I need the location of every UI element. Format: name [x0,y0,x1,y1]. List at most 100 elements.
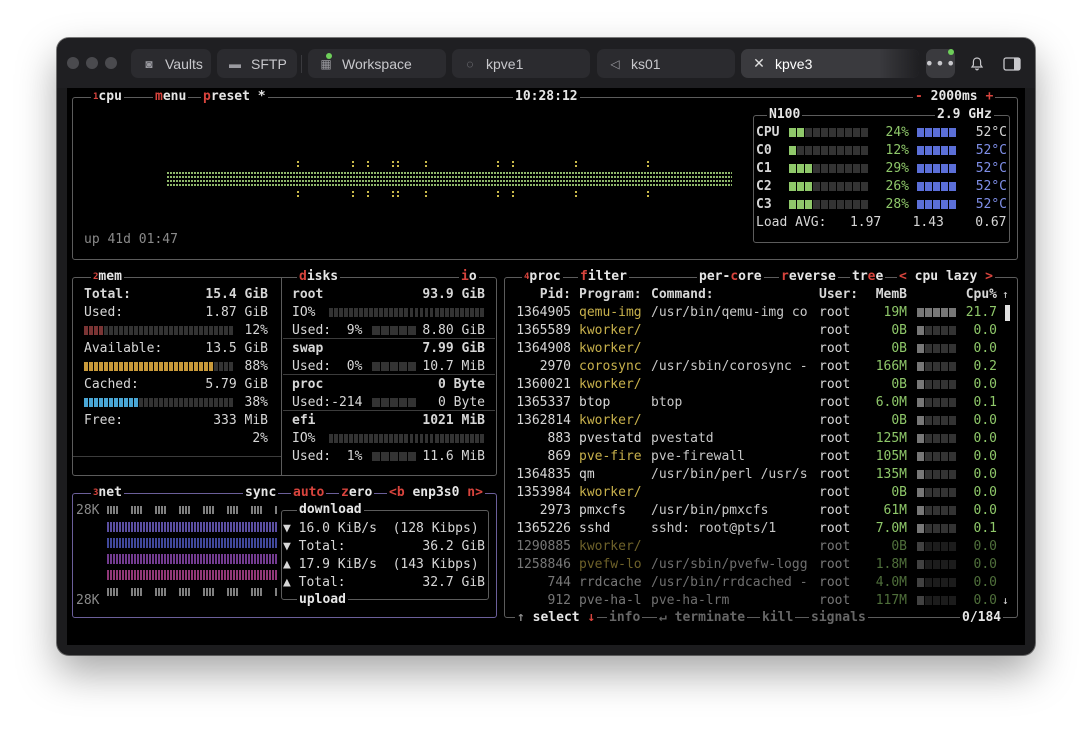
btop-terminal[interactable]: 1cpu menu preset * 10:28:12 - 2000ms + u… [67,88,1025,645]
tab-sftp[interactable]: ▬ SFTP [217,49,297,78]
tab-kpve1[interactable]: ◌ kpve1 [452,49,590,78]
disk-sep-1 [283,338,495,339]
col-pid[interactable]: Pid: [509,286,571,304]
net-zero-toggle[interactable]: zero [339,484,375,502]
net-interface[interactable]: <b enp3s0 n> [387,484,485,502]
process-program: qm [579,467,595,482]
process-user: root [819,521,851,536]
process-pid: 1258846 [516,557,571,572]
more-options-button[interactable]: ••• [925,49,955,78]
download-rate: ▼ 16.0 KiB/s (128 Kibps) [283,521,479,536]
process-cpu-graph [917,470,957,479]
process-mem: 0B [891,485,907,500]
process-cpu-graph [917,542,957,551]
net-bottom-scale: 28K [76,593,100,608]
update-interval[interactable]: - 2000ms + [913,88,996,106]
process-cpu: 0.1 [973,395,997,410]
terminal-icon: ◁ [610,56,620,71]
process-mem: 0B [891,377,907,392]
cpu-graph [167,161,732,197]
col-mem[interactable]: MemB [867,286,907,304]
zoom-window-button[interactable] [105,57,117,69]
col-program[interactable]: Program: [579,286,642,304]
core-temp-graph [917,128,957,137]
net-box-title[interactable]: 3net [91,484,124,502]
close-icon[interactable]: ✕ [751,55,767,72]
process-cpu: 0.0 [973,431,997,446]
tab-vaults[interactable]: ◙ Vaults [131,49,211,78]
proc-box-title[interactable]: 4proc [522,268,563,286]
kill-button[interactable]: kill [760,609,796,627]
process-user: root [819,449,851,464]
scroll-down-arrow-icon[interactable]: ↓ [1002,592,1009,610]
col-cpu[interactable]: Cpu% [963,286,997,304]
core-pct: 12% [885,143,909,158]
process-cpu: 0.0 [973,593,997,608]
process-cpu: 0.0 [973,413,997,428]
info-button[interactable]: info [607,609,643,627]
cpu-box-title[interactable]: 1cpu [91,88,124,106]
upload-total: 32.7 GiB [422,575,485,590]
status-dot [948,49,954,55]
mem-box-title[interactable]: 2mem [91,268,124,286]
process-cpu-graph [917,452,957,461]
sidebar-toggle-button[interactable] [997,49,1026,78]
process-cpu: 0.0 [973,503,997,518]
process-cpu-graph [917,434,957,443]
disk-root-io-label: IO% [292,305,316,320]
tab-fade [879,49,919,78]
process-pid: 744 [547,575,571,590]
sort-selector[interactable]: < cpu lazy > [897,268,995,286]
disks-title[interactable]: disks [297,268,341,286]
core-temp: 52°C [975,125,1007,140]
process-program: pmxcfs [579,503,626,518]
process-cpu-graph [917,524,957,533]
core-temp: 52°C [975,161,1007,176]
process-cpu-graph [917,488,957,497]
notifications-button[interactable] [962,49,991,78]
tab-workspace[interactable]: ▦ Workspace [308,49,446,78]
terminate-button[interactable]: ↵ terminate [657,609,748,627]
scroll-up-arrow-icon[interactable]: ↑ [1002,286,1009,304]
process-user: root [819,395,851,410]
process-program: rrdcache [579,575,642,590]
net-sync-toggle[interactable]: sync [243,484,279,502]
reverse-toggle[interactable]: reverse [779,268,838,286]
process-mem: 7.0M [875,521,907,536]
process-user: root [819,413,851,428]
menu-button[interactable]: menu [153,88,189,106]
col-command[interactable]: Command: [651,286,714,304]
tab-ks01[interactable]: ◁ ks01 [597,49,735,78]
minimize-window-button[interactable] [86,57,98,69]
signals-button[interactable]: signals [809,609,868,627]
disk-root-size: 93.9 GiB [422,287,485,302]
scrollbar-thumb[interactable] [1005,305,1010,321]
preset-button[interactable]: preset * [201,88,268,106]
sidebar-icon [1002,56,1021,71]
mem-cached-pct: 38% [244,395,268,410]
tab-label: Workspace [342,55,412,72]
process-command: /usr/bin/qemu-img co [651,305,808,320]
proc-filter[interactable]: filter [578,268,629,286]
tree-toggle[interactable]: tree [850,268,886,286]
process-program: btop [579,395,611,410]
download-total: 36.2 GiB [422,539,485,554]
per-core-toggle[interactable]: per-core [697,268,764,286]
tab-kpve3[interactable]: ✕ kpve3 [741,49,919,78]
process-pid: 1364905 [516,305,571,320]
process-program: pve-ha-l [579,593,642,608]
col-user[interactable]: User: [819,286,858,304]
process-cpu-graph [917,326,957,335]
folder-icon: ▬ [229,56,241,71]
process-cpu-graph [917,506,957,515]
tab-label: kpve3 [775,55,813,72]
title-bar: ◙ Vaults ▬ SFTP ▦ Workspace ◌ kpve1 ◁ ks01 ✕ k… [57,38,1035,88]
close-window-button[interactable] [67,57,79,69]
tab-label: Vaults [165,55,203,72]
mem-used-pct: 12% [244,323,268,338]
io-toggle[interactable]: io [459,268,479,286]
select-control[interactable]: ↑ select ↓ [515,609,598,627]
disk-efi-io-meter [329,434,485,443]
net-auto-toggle[interactable]: auto [291,484,327,502]
core-temp: 52°C [975,143,1007,158]
